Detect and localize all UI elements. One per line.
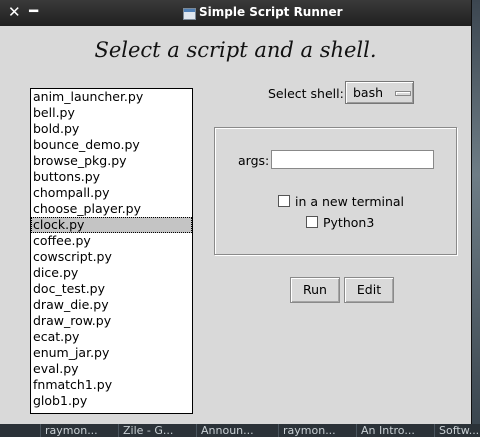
- new-terminal-option[interactable]: in a new terminal: [278, 194, 404, 209]
- python3-label: Python3: [323, 215, 375, 230]
- script-list-item[interactable]: bell.py: [31, 105, 192, 121]
- taskbar-item[interactable]: raymon...: [278, 424, 336, 437]
- shell-dropdown[interactable]: bash: [345, 81, 414, 104]
- script-list-item[interactable]: cowscript.py: [31, 249, 192, 265]
- script-list-item[interactable]: browse_pkg.py: [31, 153, 192, 169]
- script-list-item[interactable]: doc_test.py: [31, 281, 192, 297]
- script-list-item[interactable]: coffee.py: [31, 233, 192, 249]
- python3-option[interactable]: Python3: [306, 215, 374, 230]
- script-list-item[interactable]: bounce_demo.py: [31, 137, 192, 153]
- script-list-item[interactable]: ecat.py: [31, 329, 192, 345]
- window-title: Simple Script Runner: [199, 5, 343, 19]
- script-list-item[interactable]: glob1.py: [31, 393, 192, 409]
- script-list-item[interactable]: bold.py: [31, 121, 192, 137]
- taskbar-item[interactable]: An Intro...: [356, 424, 415, 437]
- new-terminal-label: in a new terminal: [295, 194, 405, 209]
- args-label: args:: [238, 153, 270, 168]
- close-icon[interactable]: ✕: [8, 4, 22, 20]
- python3-checkbox[interactable]: [306, 216, 318, 228]
- args-input[interactable]: [271, 150, 434, 169]
- shell-label: Select shell:: [268, 86, 344, 101]
- app-window: ✕ ━ Simple Script Runner Select a script…: [0, 0, 472, 424]
- script-list-item[interactable]: draw_row.py: [31, 313, 192, 329]
- page-heading: Select a script and a shell.: [94, 38, 377, 62]
- shell-selected-value: bash: [353, 85, 384, 100]
- script-list-item[interactable]: chompall.py: [31, 185, 192, 201]
- script-list-item[interactable]: eval.py: [31, 361, 192, 377]
- taskbar-item[interactable]: Zile - G...: [118, 424, 173, 437]
- script-list-item[interactable]: buttons.py: [31, 169, 192, 185]
- window-app-icon: [183, 8, 196, 20]
- desktop-background: [471, 0, 480, 437]
- script-listbox[interactable]: anim_launcher.py bell.py bold.py bounce_dem…: [30, 88, 193, 414]
- script-list-item[interactable]: dice.py: [31, 265, 192, 281]
- script-list-item[interactable]: fnmatch1.py: [31, 377, 192, 393]
- taskbar-item[interactable]: raymon...: [40, 424, 98, 437]
- dropdown-indicator-icon: [395, 91, 411, 96]
- script-list-item[interactable]: choose_player.py: [31, 201, 192, 217]
- script-list-item[interactable]: enum_jar.py: [31, 345, 192, 361]
- script-list-item[interactable]: anim_launcher.py: [31, 89, 192, 105]
- run-button[interactable]: Run: [290, 277, 340, 303]
- script-list-item[interactable]: draw_die.py: [31, 297, 192, 313]
- new-terminal-checkbox[interactable]: [278, 195, 290, 207]
- title-bar[interactable]: ✕ ━ Simple Script Runner: [0, 0, 471, 26]
- taskbar: raymon... Zile - G... Announ... raymon... An…: [0, 424, 480, 437]
- minimize-icon[interactable]: ━: [29, 3, 41, 19]
- script-list-item[interactable]: clock.py: [31, 217, 192, 233]
- taskbar-item[interactable]: Softw...: [434, 424, 479, 437]
- taskbar-item[interactable]: Announ...: [196, 424, 254, 437]
- edit-button[interactable]: Edit: [344, 277, 394, 303]
- options-frame: [214, 127, 457, 255]
